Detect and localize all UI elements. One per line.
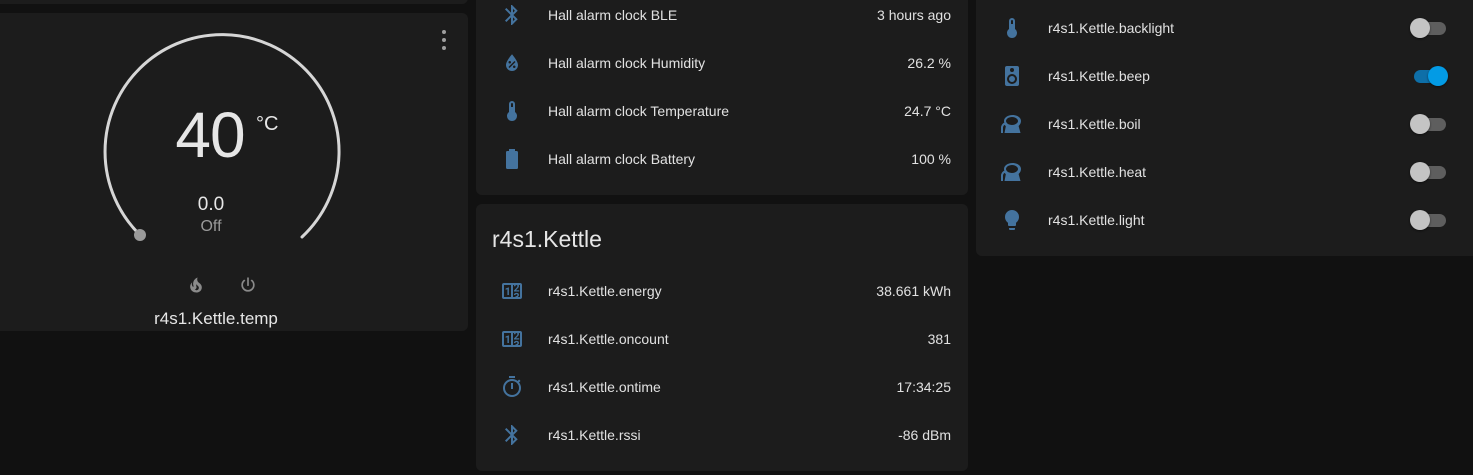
switch-label: r4s1.Kettle.light bbox=[1048, 212, 1145, 228]
timer-icon bbox=[500, 375, 524, 399]
thermostat-dial[interactable] bbox=[0, 13, 468, 331]
sensor-label: r4s1.Kettle.energy bbox=[548, 283, 662, 299]
sensor-label: Hall alarm clock BLE bbox=[548, 7, 678, 23]
bluetooth-icon bbox=[500, 423, 524, 447]
menu-dot-icon bbox=[442, 30, 446, 34]
sensor-value: 100 % bbox=[911, 151, 951, 167]
counter-icon bbox=[500, 279, 524, 303]
switch-row-light: r4s1.Kettle.light bbox=[976, 196, 1473, 244]
switch-label: r4s1.Kettle.backlight bbox=[1048, 20, 1175, 36]
current-temperature: 0.0 bbox=[197, 194, 225, 215]
kettle-icon bbox=[1000, 160, 1024, 184]
speaker-icon bbox=[1000, 64, 1024, 88]
sensor-label: Hall alarm clock Temperature bbox=[548, 103, 730, 119]
sensor-value: 26.2 % bbox=[907, 55, 951, 71]
target-temperature: 40 bbox=[175, 99, 245, 171]
kettle-row-ontime[interactable]: r4s1.Kettle.ontime 17:34:25 bbox=[476, 363, 968, 411]
sensor-label: r4s1.Kettle.ontime bbox=[548, 379, 661, 395]
counter-icon bbox=[500, 327, 524, 351]
hall-alarm-clock-card: Hall alarm clock BLE 3 hours ago Hall al… bbox=[476, 0, 968, 195]
backlight-toggle[interactable] bbox=[1410, 16, 1448, 40]
kettle-switches-card: r4s1.Kettle.backlight r4s1.Kettle.beep r… bbox=[976, 0, 1473, 256]
bluetooth-icon bbox=[500, 3, 524, 27]
light-toggle[interactable] bbox=[1410, 208, 1448, 232]
boil-toggle[interactable] bbox=[1410, 112, 1448, 136]
sensor-row-humidity[interactable]: Hall alarm clock Humidity 26.2 % bbox=[476, 39, 968, 87]
beep-toggle[interactable] bbox=[1410, 64, 1448, 88]
card-title: r4s1.Kettle bbox=[492, 226, 602, 252]
switch-label: r4s1.Kettle.heat bbox=[1048, 164, 1147, 180]
thermostat-card: 40 °C 0.0 Off r4s1.Kettle.temp bbox=[0, 13, 468, 331]
sensor-row-temperature[interactable]: Hall alarm clock Temperature 24.7 °C bbox=[476, 87, 968, 135]
temperature-unit: °C bbox=[256, 113, 279, 135]
heat-toggle[interactable] bbox=[1410, 160, 1448, 184]
switch-row-backlight: r4s1.Kettle.backlight bbox=[976, 4, 1473, 52]
sensor-value: -86 dBm bbox=[898, 427, 951, 443]
thermometer-icon bbox=[1000, 16, 1024, 40]
battery-icon bbox=[500, 147, 524, 171]
thermometer-icon bbox=[500, 99, 524, 123]
power-icon[interactable] bbox=[238, 275, 258, 295]
kettle-card: r4s1.Kettle r4s1.Kettle.energy 38.661 kW… bbox=[476, 204, 968, 471]
dial-handle[interactable] bbox=[134, 229, 146, 241]
sensor-value: 38.661 kWh bbox=[876, 283, 951, 299]
sensor-label: r4s1.Kettle.rssi bbox=[548, 427, 641, 443]
kettle-row-energy[interactable]: r4s1.Kettle.energy 38.661 kWh bbox=[476, 267, 968, 315]
sensor-value: 381 bbox=[927, 331, 951, 347]
fire-icon[interactable] bbox=[186, 275, 206, 295]
menu-dot-icon bbox=[442, 46, 446, 50]
hvac-mode: Off bbox=[200, 218, 222, 235]
switch-label: r4s1.Kettle.boil bbox=[1048, 116, 1141, 132]
lightbulb-icon bbox=[1000, 208, 1024, 232]
sensor-value: 24.7 °C bbox=[904, 103, 951, 119]
sensor-label: Hall alarm clock Battery bbox=[548, 151, 696, 167]
sensor-value: 17:34:25 bbox=[896, 379, 952, 395]
kettle-row-oncount[interactable]: r4s1.Kettle.oncount 381 bbox=[476, 315, 968, 363]
sensor-label: Hall alarm clock Humidity bbox=[548, 55, 706, 71]
menu-dot-icon bbox=[442, 38, 446, 42]
switch-row-heat: r4s1.Kettle.heat bbox=[976, 148, 1473, 196]
sensor-value: 3 hours ago bbox=[877, 7, 951, 23]
kettle-icon bbox=[1000, 112, 1024, 136]
switch-label: r4s1.Kettle.beep bbox=[1048, 68, 1150, 84]
switch-row-beep: r4s1.Kettle.beep bbox=[976, 52, 1473, 100]
sensor-label: r4s1.Kettle.oncount bbox=[548, 331, 669, 347]
thermostat-name: r4s1.Kettle.temp bbox=[154, 309, 278, 328]
water-percent-icon bbox=[500, 51, 524, 75]
previous-card-edge bbox=[0, 0, 468, 4]
switch-row-boil: r4s1.Kettle.boil bbox=[976, 100, 1473, 148]
more-options-button[interactable] bbox=[436, 28, 452, 52]
sensor-row-battery[interactable]: Hall alarm clock Battery 100 % bbox=[476, 135, 968, 183]
sensor-row-ble[interactable]: Hall alarm clock BLE 3 hours ago bbox=[476, 0, 968, 39]
kettle-row-rssi[interactable]: r4s1.Kettle.rssi -86 dBm bbox=[476, 411, 968, 459]
